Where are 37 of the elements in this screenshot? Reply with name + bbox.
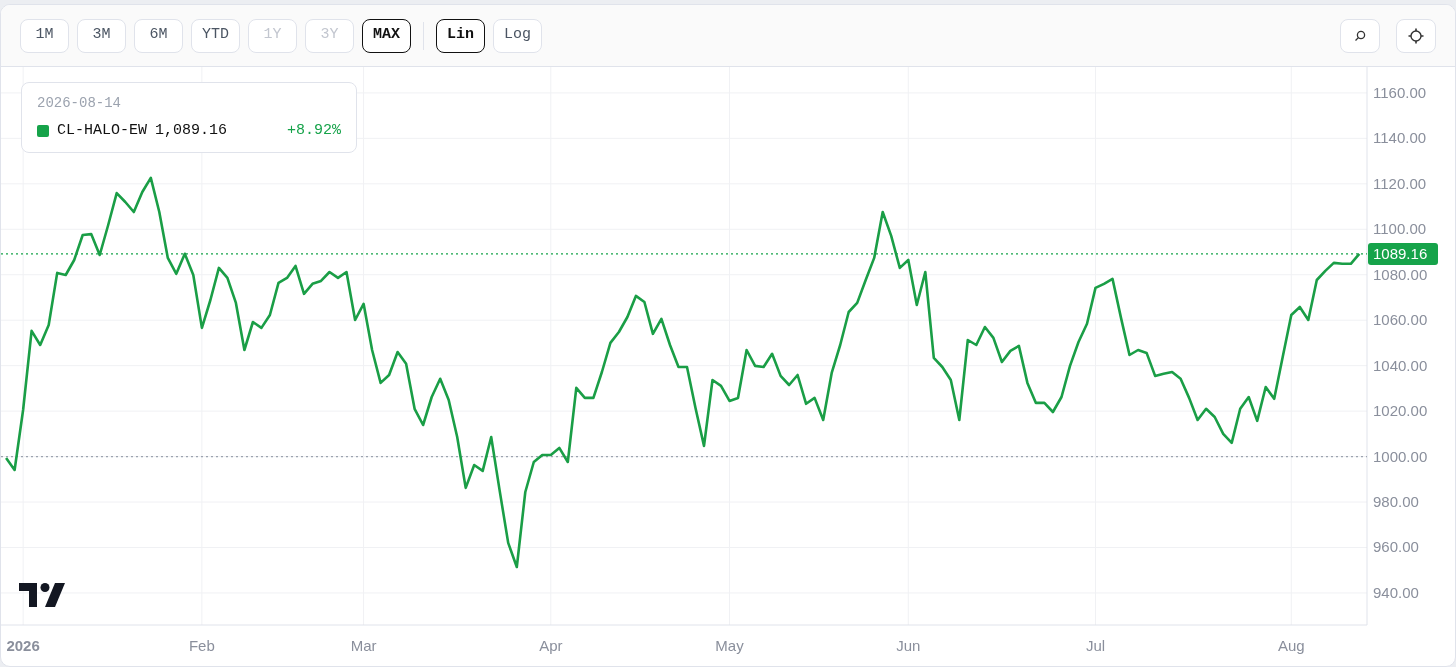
settings-button[interactable] [1396,18,1436,53]
axis-label: 1140.00 [1373,129,1427,147]
axis-label: 940.00 [1373,583,1419,601]
axis-label: 1060.00 [1373,311,1428,329]
axis-label: Feb [188,637,215,654]
settings-icon [1408,27,1424,44]
scale-button[interactable]: Log [493,18,543,53]
axis-label: 1080.00 [1373,265,1428,283]
axis-label: 1020.00 [1373,402,1428,420]
range-button[interactable]: 1M [20,18,69,53]
axis-label: Aug [1277,637,1305,654]
scale-button[interactable]: Lin [436,18,486,53]
range-button[interactable]: 6M [134,18,183,53]
axis-label: Mar [350,637,377,654]
search-icon [1354,29,1366,42]
range-button[interactable]: 3M [77,18,126,53]
axis-label: 2026 [6,637,40,654]
axis-label: Jun [896,637,921,654]
axis-label: 1120.00 [1373,174,1427,192]
axis-label: 960.00 [1373,538,1419,556]
axis-label: Jul [1085,637,1106,654]
price-label: 1089.16 [1368,242,1438,265]
axis-label: 1100.00 [1373,220,1427,238]
axis-label: 1000.00 [1373,447,1428,465]
axis-label: 980.00 [1373,493,1419,511]
axis-label: Apr [539,637,563,654]
series-change: +8.92% [287,121,341,141]
range-button[interactable]: MAX [362,18,412,53]
range-button[interactable]: YTD [191,18,240,53]
legend-date: 2026-08-14 [37,94,122,113]
series-name: CL-HALO-EW [57,121,147,141]
ref-line-label: 1089.16 [1373,244,1428,262]
logo-icon [19,582,65,607]
series-value: 1,089.16 [155,121,229,141]
axis-label: May [715,637,744,654]
axis-label: 1160.00 [1373,83,1427,101]
axis-label: 1040.00 [1373,356,1428,374]
